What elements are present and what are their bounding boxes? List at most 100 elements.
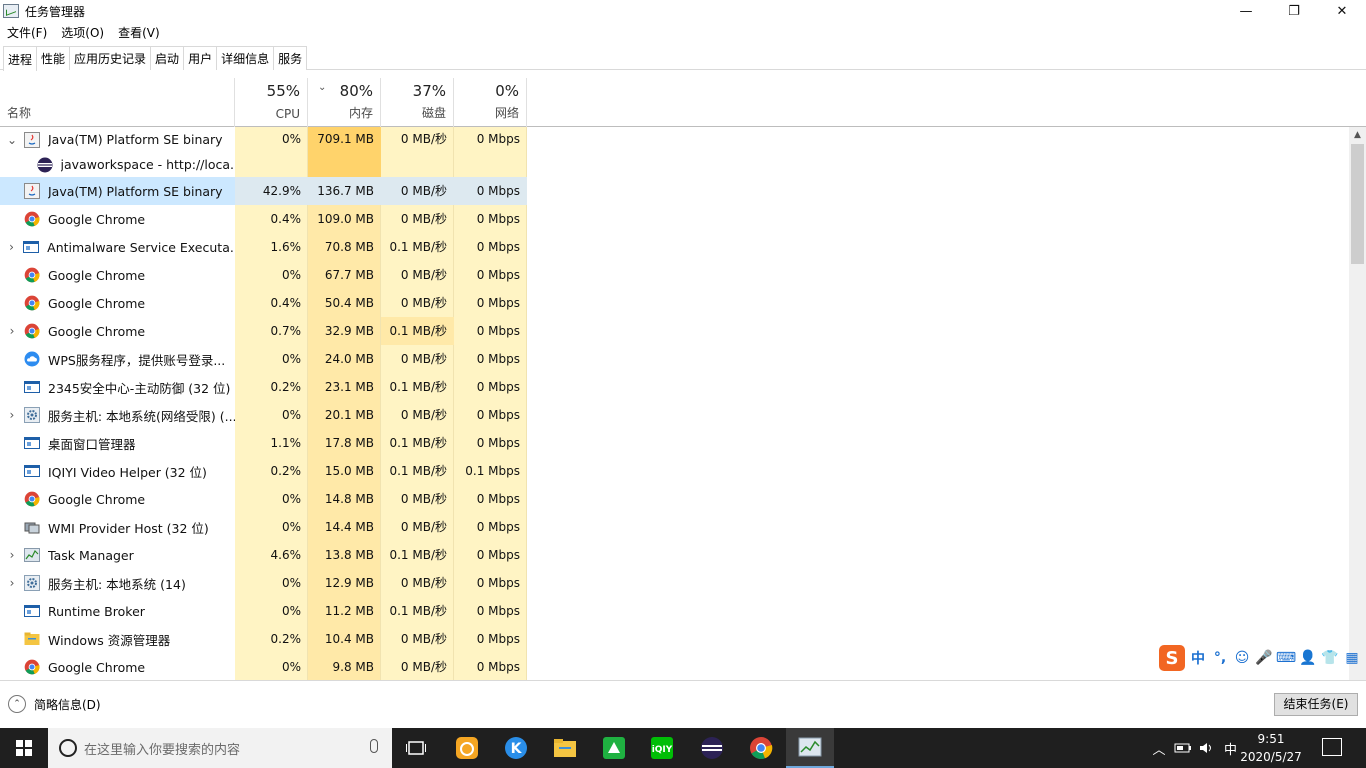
disk-value: 0 MB/秒 xyxy=(400,184,447,198)
network-value: 0.1 Mbps xyxy=(465,464,520,478)
process-row[interactable]: WPS服务程序，提供账号登录... 0% 24.0 MB 0 MB/秒 0 Mbps xyxy=(0,345,1349,373)
expand-chevron-icon[interactable]: › xyxy=(0,324,24,338)
window-icon xyxy=(24,379,48,395)
minimize-button[interactable]: — xyxy=(1222,0,1270,22)
volume-icon[interactable] xyxy=(1198,741,1216,755)
process-name: javaworkspace - http://loca... xyxy=(60,157,235,172)
ime-voice-icon[interactable]: 🎤 xyxy=(1255,649,1273,667)
memory-value xyxy=(308,152,381,177)
task-view-button[interactable] xyxy=(392,728,440,768)
expand-chevron-icon[interactable]: › xyxy=(0,240,23,254)
ime-skin-icon[interactable]: 👕 xyxy=(1321,649,1339,667)
process-row[interactable]: 桌面窗口管理器 1.1% 17.8 MB 0.1 MB/秒 0 Mbps xyxy=(0,429,1349,457)
header-cpu[interactable]: 55% CPU xyxy=(235,78,308,127)
header-network[interactable]: 0% 网络 xyxy=(454,78,527,127)
taskbar-app-green[interactable] xyxy=(590,728,638,768)
header-disk[interactable]: 37% 磁盘 xyxy=(381,78,454,127)
iqiyi-icon: iQIY xyxy=(651,737,673,759)
restore-button[interactable]: ❐ xyxy=(1270,0,1318,22)
process-row[interactable]: › 服务主机: 本地系统(网络受限) (... 0% 20.1 MB 0 MB/秒 0 M… xyxy=(0,401,1349,429)
ime-keyboard-icon[interactable]: ⌨ xyxy=(1276,649,1296,667)
tab-performance[interactable]: 性能 xyxy=(36,46,71,70)
process-row[interactable]: WMI Provider Host (32 位) 0% 14.4 MB 0 MB/秒 0… xyxy=(0,513,1349,541)
header-memory[interactable]: ⌄ 80% 内存 xyxy=(308,78,381,127)
microphone-icon[interactable] xyxy=(370,739,378,753)
taskbar-app-kugou[interactable]: K xyxy=(492,728,540,768)
start-button[interactable] xyxy=(0,728,48,768)
network-value: 0 Mbps xyxy=(476,576,520,590)
taskbar-app-eclipse[interactable] xyxy=(688,728,736,768)
menu-view[interactable]: 查看(V) xyxy=(111,24,167,41)
ime-user-icon[interactable]: 👤 xyxy=(1299,649,1317,667)
network-value: 0 Mbps xyxy=(476,324,520,338)
expand-chevron-icon[interactable]: › xyxy=(0,548,24,562)
process-row[interactable]: Google Chrome 0.4% 109.0 MB 0 MB/秒 0 Mbps xyxy=(0,205,1349,233)
cpu-value: 0.7% xyxy=(270,324,302,338)
menu-file[interactable]: 文件(F) xyxy=(0,24,54,41)
chrome-icon xyxy=(24,491,48,507)
tab-app-history[interactable]: 应用历史记录 xyxy=(69,46,152,70)
memory-value: 109.0 MB xyxy=(317,212,374,226)
taskbar-search-box[interactable]: 在这里输入你要搜索的内容 xyxy=(48,728,392,768)
tab-users[interactable]: 用户 xyxy=(183,46,218,70)
process-row[interactable]: IQIYI Video Helper (32 位) 0.2% 15.0 MB 0.1 … xyxy=(0,457,1349,485)
process-row[interactable]: Windows 资源管理器 0.2% 10.4 MB 0 MB/秒 0 Mbps xyxy=(0,625,1349,653)
action-center-icon[interactable] xyxy=(1322,738,1342,756)
expand-chevron-icon[interactable]: › xyxy=(0,576,24,590)
process-row[interactable]: › Task Manager 4.6% 13.8 MB 0.1 MB/秒 0 Mbps xyxy=(0,541,1349,569)
taskbar-clock[interactable]: 9:51 2020/5/27 xyxy=(1238,730,1304,766)
end-task-button[interactable]: 结束任务(E) xyxy=(1274,693,1358,716)
process-row[interactable]: Google Chrome 0% 14.8 MB 0 MB/秒 0 Mbps xyxy=(0,485,1349,513)
ime-chinese-mode[interactable]: 中 xyxy=(1189,649,1207,667)
process-child-row[interactable]: javaworkspace - http://loca... xyxy=(0,152,1349,177)
tray-expand-icon[interactable]: ︿ xyxy=(1150,739,1168,758)
process-name: Runtime Broker xyxy=(48,603,145,619)
process-row[interactable]: Google Chrome 0.4% 50.4 MB 0 MB/秒 0 Mbps xyxy=(0,289,1349,317)
tab-processes[interactable]: 进程 xyxy=(3,46,38,71)
ime-toolbar: S 中 °, ☺ 🎤 ⌨ 👤 👕 ▦ xyxy=(1159,643,1361,673)
process-row[interactable]: › 服务主机: 本地系统 (14) 0% 12.9 MB 0 MB/秒 0 Mbps xyxy=(0,569,1349,597)
memory-value: 9.8 MB xyxy=(332,660,374,674)
process-row[interactable]: ⌄ Java(TM) Platform SE binary 0% 709.1 MB 0 … xyxy=(0,127,1349,152)
process-row[interactable]: Java(TM) Platform SE binary 42.9% 136.7 MB… xyxy=(0,177,1349,205)
collapse-chevron-icon[interactable]: ⌄ xyxy=(0,133,24,147)
process-row[interactable]: › Antimalware Service Executa... 1.6% 70.8 … xyxy=(0,233,1349,261)
process-row[interactable]: Google Chrome 0% 9.8 MB 0 MB/秒 0 Mbps xyxy=(0,653,1349,680)
disk-value: 0 MB/秒 xyxy=(400,212,447,226)
cpu-value: 1.1% xyxy=(270,436,302,450)
tab-details[interactable]: 详细信息 xyxy=(216,46,275,70)
process-name: 桌面窗口管理器 xyxy=(48,436,136,452)
disk-value: 0.1 MB/秒 xyxy=(389,548,447,562)
battery-icon[interactable] xyxy=(1174,741,1192,755)
ime-emoji-icon[interactable]: ☺ xyxy=(1233,649,1251,667)
disk-value: 0 MB/秒 xyxy=(400,576,447,590)
cortana-icon xyxy=(59,739,77,757)
memory-value: 32.9 MB xyxy=(324,324,374,338)
taskbar-app-explorer[interactable] xyxy=(541,728,589,768)
process-name: IQIYI Video Helper (32 位) xyxy=(48,464,207,480)
taskbar-app-chrome[interactable] xyxy=(737,728,785,768)
input-language-indicator[interactable]: 中 xyxy=(1224,739,1237,758)
memory-value: 709.1 MB xyxy=(308,127,381,152)
tab-startup[interactable]: 启动 xyxy=(150,46,185,70)
fewer-details-link[interactable]: ⌃ 简略信息(D) xyxy=(8,695,101,713)
header-name[interactable]: 名称 xyxy=(0,78,235,127)
ime-punctuation-icon[interactable]: °, xyxy=(1211,649,1229,667)
expand-chevron-icon[interactable]: › xyxy=(0,408,24,422)
close-button[interactable]: ✕ xyxy=(1318,0,1366,22)
scroll-thumb[interactable] xyxy=(1351,144,1364,264)
process-row[interactable]: › Google Chrome 0.7% 32.9 MB 0.1 MB/秒 0 Mbps xyxy=(0,317,1349,345)
taskbar-app-browser[interactable] xyxy=(443,728,491,768)
process-row[interactable]: 2345安全中心-主动防御 (32 位) 0.2% 23.1 MB 0.1 MB/秒 0… xyxy=(0,373,1349,401)
taskbar-app-task-manager[interactable] xyxy=(786,728,834,768)
process-row[interactable]: Google Chrome 0% 67.7 MB 0 MB/秒 0 Mbps xyxy=(0,261,1349,289)
process-name-cell: Google Chrome xyxy=(0,653,235,680)
taskbar-app-iqiyi[interactable]: iQIY xyxy=(638,728,686,768)
process-row[interactable]: Runtime Broker 0% 11.2 MB 0.1 MB/秒 0 Mbps xyxy=(0,597,1349,625)
scroll-up-icon[interactable]: ▲ xyxy=(1349,127,1366,144)
sogou-logo-icon[interactable]: S xyxy=(1159,645,1185,671)
menu-options[interactable]: 选项(O) xyxy=(54,24,111,41)
tab-services[interactable]: 服务 xyxy=(273,46,308,70)
ime-toolbox-icon[interactable]: ▦ xyxy=(1343,649,1361,667)
vertical-scrollbar[interactable]: ▲ xyxy=(1349,127,1366,680)
